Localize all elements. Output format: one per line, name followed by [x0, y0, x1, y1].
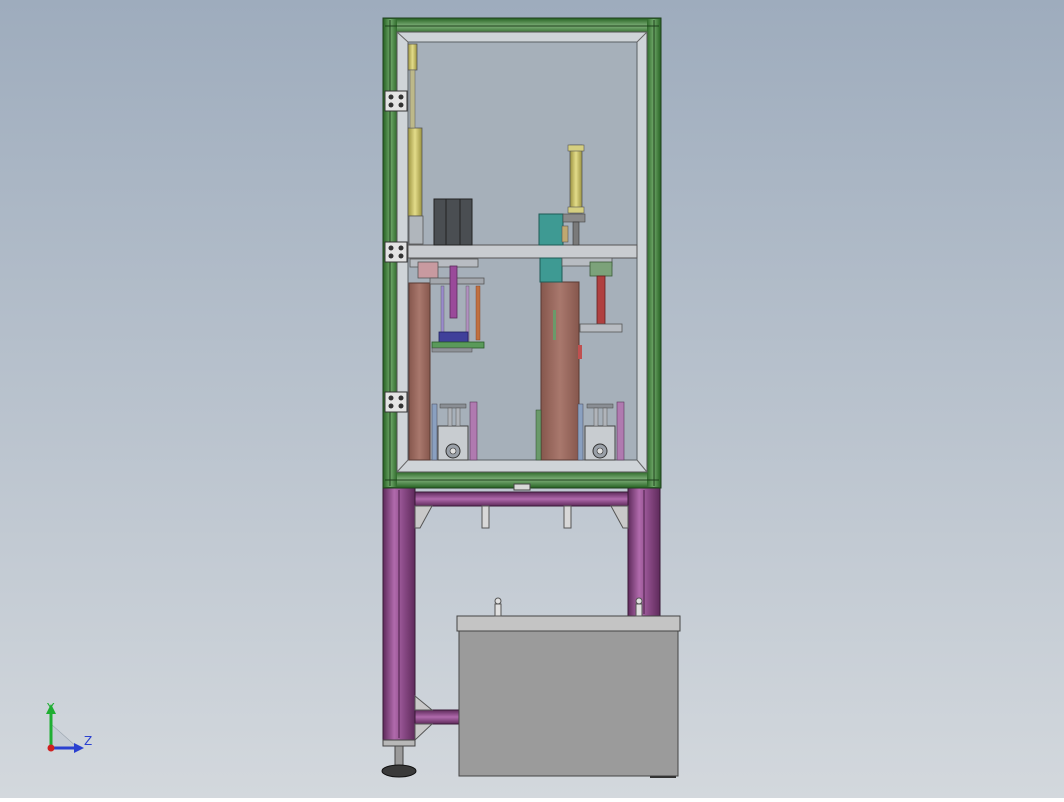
model-scene[interactable]: Y Z [0, 0, 1064, 798]
door-latch[interactable] [513, 483, 531, 491]
eye-bolt [494, 597, 502, 617]
door-hinge[interactable] [384, 90, 408, 112]
red-rod [596, 275, 606, 325]
left-press-rod [449, 265, 458, 319]
left-cylinder-upper [407, 43, 418, 71]
left-bracket [408, 215, 424, 245]
left-cylinder-rod [409, 69, 416, 129]
left-column [408, 282, 431, 461]
z-axis-label: Z [84, 734, 92, 748]
top-crossbeam[interactable] [414, 491, 629, 507]
box-body[interactable] [458, 630, 679, 777]
box-lid[interactable] [456, 615, 681, 632]
spring [475, 285, 481, 341]
teal-block [538, 213, 564, 246]
hanging-pin [481, 505, 490, 529]
left-cylinder-main [407, 127, 423, 217]
middle-shelf [407, 244, 638, 259]
upper-cabinet[interactable] [382, 17, 662, 491]
leveling-foot-pad [381, 764, 417, 778]
right-cylinder [569, 144, 583, 214]
bottom-crossbeam[interactable] [414, 709, 460, 725]
eye-bolt [635, 597, 643, 617]
electrical-box[interactable] [456, 597, 681, 778]
dark-block [433, 198, 473, 246]
hanging-pin [563, 505, 572, 529]
right-column [540, 281, 580, 461]
leveling-foot-plate [382, 739, 416, 747]
leveling-foot-stem [394, 745, 404, 767]
door-hinge[interactable] [384, 391, 408, 413]
cad-viewport[interactable]: Y Z [0, 0, 1064, 798]
y-axis-label: Y [46, 701, 55, 715]
right-rod [572, 221, 580, 246]
door-hinge[interactable] [384, 241, 408, 263]
blue-plate [438, 331, 469, 343]
triad-origin [47, 744, 55, 752]
